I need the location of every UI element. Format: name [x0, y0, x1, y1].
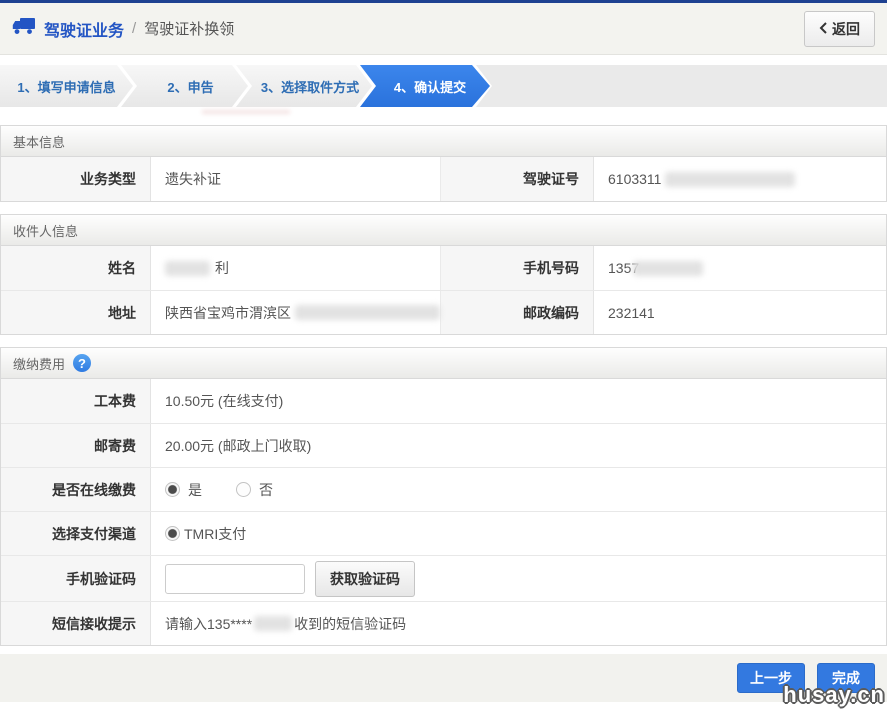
truck-icon	[12, 17, 36, 40]
production-fee-value: 10.50元 (在线支付)	[165, 393, 284, 409]
postcode-label: 邮政编码	[441, 291, 594, 334]
redacted-name	[165, 260, 210, 276]
address-label: 地址	[1, 291, 151, 334]
section-recipient-info: 收件人信息 姓名 利 手机号码 1357 地址 陕西省宝鸡市渭滨区 邮政编码 2…	[0, 214, 887, 335]
table-row: 地址 陕西省宝鸡市渭滨区 邮政编码 232141	[1, 290, 886, 334]
payment-title: 缴纳费用	[13, 356, 66, 372]
step-4-confirm-submit-active[interactable]: 4、确认提交	[360, 65, 490, 107]
recipient-info-title: 收件人信息	[13, 223, 79, 239]
online-pay-label: 是否在线缴费	[1, 468, 151, 511]
step-2-label: 2、申告	[167, 79, 214, 95]
license-no-label: 驾驶证号	[441, 157, 594, 201]
breadcrumb-divider: /	[132, 20, 137, 37]
header-bar: 驾驶证业务 / 驾驶证补换领 返回	[0, 3, 887, 55]
step-3-label: 3、选择取件方式	[260, 79, 360, 95]
redacted-license-no	[665, 171, 796, 187]
name-label: 姓名	[1, 246, 151, 290]
basic-info-section-header: 基本信息	[1, 126, 886, 157]
captcha-input[interactable]	[165, 563, 305, 594]
captcha-controls: 获取验证码	[151, 556, 886, 601]
redaction-artifact	[202, 110, 290, 114]
radio-checked-icon	[165, 526, 180, 541]
radio-checked-icon	[165, 482, 180, 497]
sms-tip-value: 请输入135**** 收到的短信验证码	[165, 615, 407, 632]
postage-fee-label: 邮寄费	[1, 424, 151, 467]
back-button[interactable]: 返回	[804, 10, 875, 47]
step-4-label: 4、确认提交	[393, 79, 467, 95]
name-value: 利	[151, 246, 441, 290]
table-row: 业务类型 遗失补证 驾驶证号 6103311	[1, 157, 886, 201]
step-bar: 1、填写申请信息 2、申告 3、选择取件方式 4、确认提交	[0, 65, 887, 107]
postcode-value: 232141	[608, 304, 655, 321]
chevron-left-icon	[819, 21, 827, 37]
table-row: 是否在线缴费 是 否	[1, 467, 886, 511]
payment-section-header: 缴纳费用 ?	[1, 348, 886, 379]
phone-label: 手机号码	[441, 246, 594, 290]
postage-fee-value: 20.00元 (邮政上门收取)	[165, 437, 312, 454]
previous-step-button[interactable]: 上一步	[737, 663, 805, 693]
footer-bar: 上一步 完成	[0, 654, 887, 702]
page-title: 驾驶证业务	[44, 22, 125, 40]
basic-info-title: 基本信息	[13, 134, 66, 150]
table-row: 短信接收提示 请输入135**** 收到的短信验证码	[1, 601, 886, 645]
radio-online-pay-no[interactable]: 否	[236, 480, 273, 500]
business-type-label: 业务类型	[1, 157, 151, 201]
table-row: 选择支付渠道 TMRI支付	[1, 511, 886, 555]
sms-tip-label: 短信接收提示	[1, 602, 151, 645]
back-button-label: 返回	[832, 20, 860, 37]
section-payment: 缴纳费用 ? 工本费 10.50元 (在线支付) 邮寄费 20.00元 (邮政上…	[0, 347, 887, 646]
help-icon[interactable]: ?	[73, 354, 92, 372]
license-no-value: 6103311	[594, 157, 886, 201]
business-type-value: 遗失补证	[151, 157, 441, 201]
table-row: 手机验证码 获取验证码	[1, 555, 886, 601]
step-1-fill-application[interactable]: 1、填写申请信息	[0, 65, 133, 107]
tmri-pay-label: TMRI支付	[184, 525, 247, 542]
pay-channel-options: TMRI支付	[151, 512, 886, 555]
table-row: 邮寄费 20.00元 (邮政上门收取)	[1, 423, 886, 467]
step-2-declare[interactable]: 2、申告	[121, 65, 248, 107]
step-3-pickup-method[interactable]: 3、选择取件方式	[236, 65, 372, 107]
section-basic-info: 基本信息 业务类型 遗失补证 驾驶证号 6103311	[0, 125, 887, 202]
phone-value: 1357	[594, 246, 886, 290]
table-row: 姓名 利 手机号码 1357	[1, 246, 886, 290]
page: 驾驶证业务 / 驾驶证补换领 返回 1、填写申请信息 2、申告 3、选择取件方式…	[0, 0, 887, 712]
finish-button[interactable]: 完成	[817, 663, 875, 693]
breadcrumb-current: 驾驶证补换领	[144, 21, 235, 38]
redacted-sms-phone	[254, 616, 293, 631]
step-1-label: 1、填写申请信息	[17, 79, 116, 95]
breadcrumb: 驾驶证业务 / 驾驶证补换领	[12, 17, 234, 41]
address-value: 陕西省宝鸡市渭滨区	[151, 291, 441, 334]
online-pay-yes-label: 是	[188, 481, 202, 498]
pay-channel-label: 选择支付渠道	[1, 512, 151, 555]
get-captcha-button[interactable]: 获取验证码	[315, 560, 415, 597]
radio-tmri-pay[interactable]: TMRI支付	[165, 524, 246, 544]
production-fee-label: 工本费	[1, 379, 151, 423]
redacted-address	[295, 305, 440, 320]
table-row: 工本费 10.50元 (在线支付)	[1, 379, 886, 423]
radio-online-pay-yes[interactable]: 是	[165, 480, 202, 500]
online-pay-no-label: 否	[259, 481, 273, 498]
captcha-label: 手机验证码	[1, 556, 151, 601]
online-pay-options: 是 否	[151, 468, 886, 511]
radio-unchecked-icon	[236, 482, 251, 497]
recipient-info-section-header: 收件人信息	[1, 215, 886, 246]
redacted-phone	[633, 260, 704, 276]
step-bar-tail	[476, 65, 887, 107]
